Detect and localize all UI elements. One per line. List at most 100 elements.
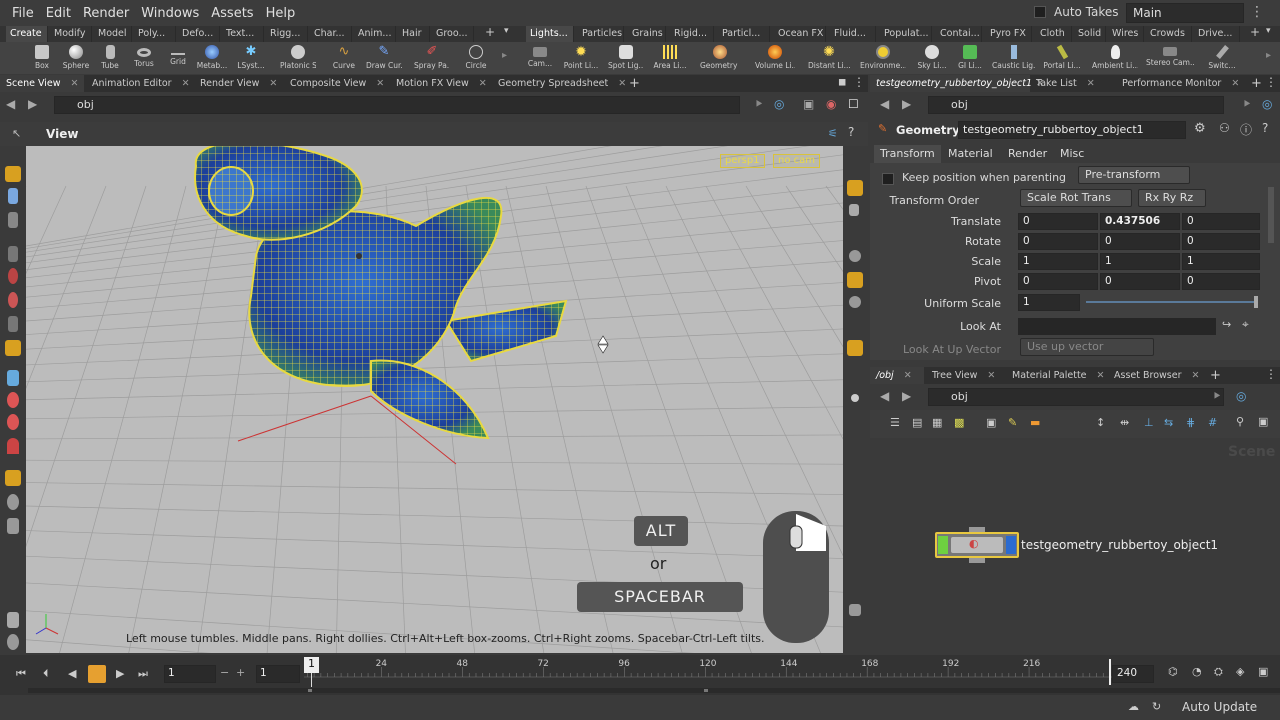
end-frame-field[interactable]: 240 <box>1112 665 1154 683</box>
shelf-tab-model[interactable]: Model <box>94 26 132 42</box>
tab-misc[interactable]: Misc <box>1054 145 1090 163</box>
point-display-icon[interactable] <box>851 394 859 402</box>
tool-metaball[interactable]: Metab... <box>194 42 230 74</box>
timeline-range-bar[interactable] <box>28 688 1280 693</box>
shelf-tab-rigging[interactable]: Rigg... <box>266 26 308 42</box>
snap-grid-icon[interactable]: ⋕ <box>1186 416 1195 429</box>
shelf-tab-hair[interactable]: Hair <box>398 26 430 42</box>
magnet-icon[interactable] <box>7 438 19 454</box>
add-shelf-right-icon[interactable]: + <box>1250 25 1260 39</box>
link-icon[interactable]: ◎ <box>774 97 784 111</box>
path-field[interactable]: obj <box>928 96 1224 114</box>
play-reverse-icon[interactable]: ◀ <box>68 667 76 680</box>
playhead-marker[interactable]: 1 <box>304 657 319 673</box>
step-back-icon[interactable]: ⏴ <box>43 667 49 681</box>
tool-spray-paint[interactable]: ✐ Spray Pa... <box>414 42 450 74</box>
tab-asset-browser[interactable]: Asset Browser ✕ <box>1108 367 1208 384</box>
tool-ambient-light[interactable]: Ambient Li... <box>1092 42 1138 74</box>
tab-material-palette[interactable]: Material Palette ✕ <box>1006 367 1110 384</box>
list-mode-icon[interactable]: ☰ <box>890 416 900 429</box>
shelf-tab-deform[interactable]: Defo... <box>178 26 220 42</box>
tool-torus[interactable]: Torus <box>126 42 162 74</box>
tab-render[interactable]: Render <box>1002 145 1053 163</box>
rotate-tool-icon[interactable] <box>8 268 18 284</box>
node-name-field[interactable]: testgeometry_rubbertoy_object1 <box>958 121 1186 139</box>
save-icon[interactable]: ▦ <box>932 416 942 429</box>
add-tab-icon[interactable]: + <box>1210 368 1221 383</box>
jump-end-icon[interactable]: ⏭ <box>138 667 148 681</box>
range-start-handle[interactable] <box>308 689 312 692</box>
text-display-icon[interactable] <box>849 604 861 616</box>
auto-takes-toggle[interactable]: Auto Takes <box>1034 5 1119 19</box>
tool-portal-light[interactable]: Portal Li... <box>1042 42 1082 74</box>
uniform-scale-slider[interactable] <box>1086 301 1256 303</box>
display-options-icon[interactable]: ⚟ <box>828 127 838 140</box>
snap-prim-icon[interactable] <box>7 392 19 408</box>
menu-edit[interactable]: Edit <box>40 6 77 21</box>
render-flipbook-icon[interactable] <box>7 634 19 650</box>
scale-z[interactable]: 1 <box>1182 253 1260 270</box>
view-tool-icon[interactable] <box>5 340 21 356</box>
shelf-tab-character[interactable]: Char... <box>310 26 352 42</box>
close-tab-icon[interactable]: ✕ <box>1097 370 1105 381</box>
shelf-tab-create[interactable]: Create <box>6 26 48 42</box>
jump-icon[interactable]: ↪ <box>1222 318 1231 331</box>
image-toggle-icon[interactable]: ▣ <box>1258 415 1268 428</box>
pivot-z[interactable]: 0 <box>1182 273 1260 290</box>
tool-gi-light[interactable]: GI Li... <box>952 42 988 74</box>
global-anim-icon[interactable]: ▣ <box>1258 665 1268 678</box>
shelf-tab-solid[interactable]: Solid <box>1074 26 1106 42</box>
network-box-icon[interactable]: ▬ <box>1030 416 1040 429</box>
shelf-right-menu-icon[interactable]: ▾ <box>1266 26 1271 36</box>
lock-camera-icon[interactable] <box>849 204 859 216</box>
auto-takes-checkbox[interactable] <box>1034 6 1046 18</box>
close-tab-icon[interactable]: ✕ <box>1231 78 1239 89</box>
shelf-tab-modify[interactable]: Modify <box>50 26 92 42</box>
tool-point-light[interactable]: ✹ Point Li... <box>563 42 599 74</box>
start-frame-field[interactable]: 1 <box>256 665 300 683</box>
menu-file[interactable]: File <box>0 6 40 21</box>
tool-box[interactable]: Box <box>24 42 60 74</box>
scale-tool-icon[interactable] <box>8 292 18 308</box>
align-icon[interactable]: ↕ <box>1096 416 1105 429</box>
tool-volume-light[interactable]: Volume Li... <box>755 42 795 74</box>
add-tab-icon[interactable]: + <box>629 76 640 91</box>
add-shelf-icon[interactable]: + <box>485 25 495 39</box>
menu-assets[interactable]: Assets <box>205 6 259 21</box>
shelf-scroll-icon[interactable]: ▸ <box>502 50 507 61</box>
camera-menu[interactable]: no cam <box>773 154 821 168</box>
tool-curve[interactable]: ∿ Curve <box>326 42 362 74</box>
tool-sphere[interactable]: Sphere <box>58 42 94 74</box>
handle-tool-icon[interactable] <box>8 246 18 262</box>
back-arrow-icon[interactable]: ◀ <box>880 97 889 111</box>
help-icon[interactable]: ? <box>1262 121 1268 135</box>
close-tab-icon[interactable]: ✕ <box>479 78 487 89</box>
shelf-menu-icon[interactable]: ▾ <box>504 26 509 36</box>
link-icon[interactable]: ◎ <box>1236 389 1246 403</box>
image-icon[interactable]: ▣ <box>986 416 996 429</box>
headlight-icon[interactable] <box>847 272 863 288</box>
add-tab-icon[interactable]: + <box>1251 76 1262 91</box>
shelf-tab-poly[interactable]: Poly... <box>134 26 176 42</box>
close-tab-icon[interactable]: ✕ <box>1087 78 1095 89</box>
camera-toggle-icon[interactable] <box>7 518 19 534</box>
shelf-tab-particle-fluids[interactable]: Particl... <box>718 26 770 42</box>
keep-position-checkbox[interactable] <box>882 173 894 185</box>
stop-button[interactable] <box>88 665 106 683</box>
tab-transform[interactable]: Transform <box>874 145 941 163</box>
info-icon[interactable]: ⓘ <box>1240 121 1252 138</box>
rotate-z[interactable]: 0 <box>1182 233 1260 250</box>
rotate-order-select[interactable]: Rx Ry Rz <box>1138 189 1206 207</box>
tab-animation-editor[interactable]: Animation Editor ✕ <box>86 75 194 92</box>
close-tab-icon[interactable]: ✕ <box>376 78 384 89</box>
tab-tree-view[interactable]: Tree View ✕ <box>926 367 1006 384</box>
shelf-tab-pyro-fx[interactable]: Pyro FX <box>986 26 1032 42</box>
pivot-x[interactable]: 0 <box>1018 273 1098 290</box>
look-at-field[interactable] <box>1018 318 1216 335</box>
tab-performance-monitor[interactable]: Performance Monitor ✕ <box>1116 75 1246 92</box>
auto-update-label[interactable]: Auto Update <box>1182 700 1257 714</box>
visibility-icon[interactable] <box>847 180 863 196</box>
grid-view-icon[interactable]: ▩ <box>954 416 964 429</box>
close-tab-icon[interactable]: ✕ <box>618 78 626 89</box>
pivot-y[interactable]: 0 <box>1100 273 1180 290</box>
